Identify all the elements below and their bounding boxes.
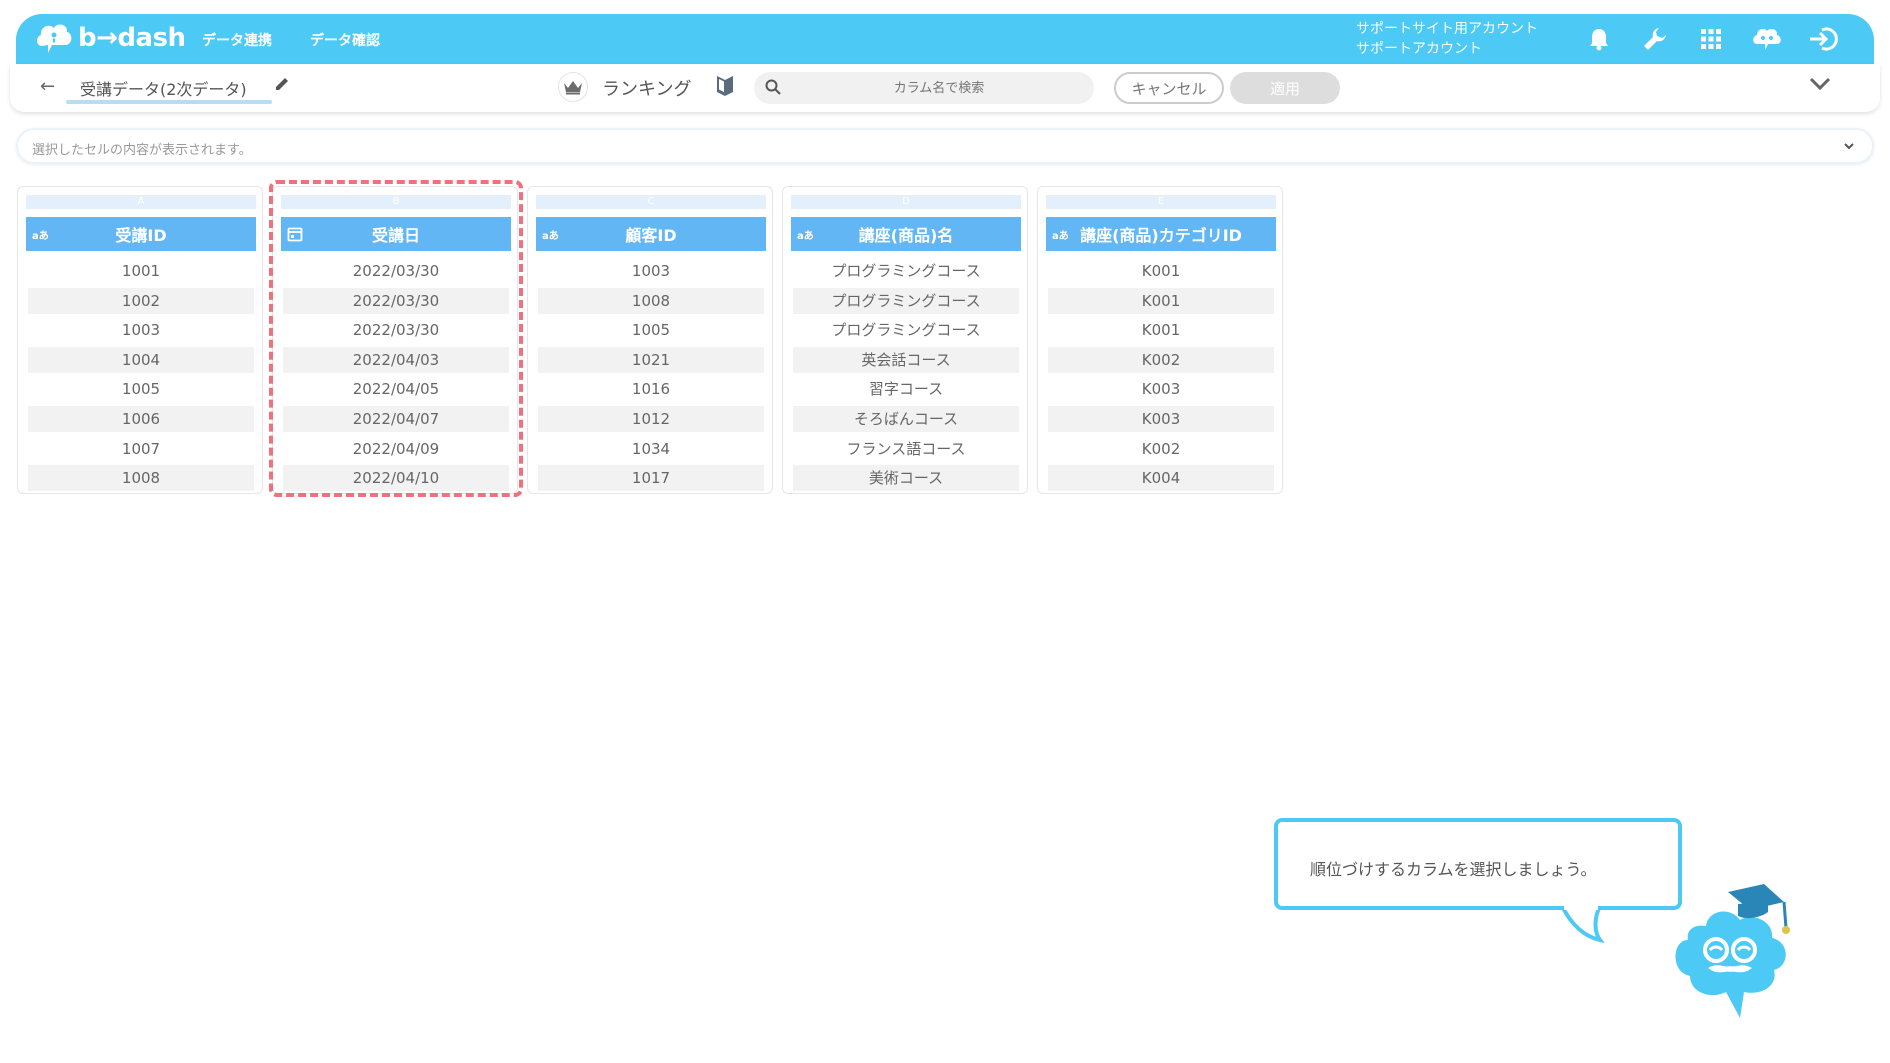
table-cell[interactable]: 1012 <box>538 405 764 432</box>
table-cell[interactable]: K001 <box>1048 258 1274 284</box>
nav-data-integration[interactable]: データ連携 <box>202 30 272 50</box>
column-cells: K001 K001 K001 K002 K003 K003 K002 K004 <box>1048 258 1274 495</box>
support-mascot-icon[interactable] <box>1752 24 1782 54</box>
table-cell[interactable]: プログラミングコース <box>793 258 1019 284</box>
table-cell[interactable]: フランス語コース <box>793 436 1019 462</box>
table-cell[interactable]: K003 <box>1048 405 1274 432</box>
table-cell[interactable]: 1003 <box>28 317 254 343</box>
account-info[interactable]: サポートサイト用アカウント サポートアカウント <box>1356 19 1538 59</box>
account-name: サポートサイト用アカウント <box>1356 21 1538 37</box>
column-letter: C <box>536 195 766 209</box>
wrench-icon[interactable] <box>1640 24 1670 54</box>
column-name: 受講ID <box>115 226 167 245</box>
column-letter: D <box>791 195 1021 209</box>
table-cell[interactable]: K003 <box>1048 376 1274 402</box>
column-name: 講座(商品)名 <box>858 226 954 245</box>
search-icon <box>764 78 782 100</box>
data-column[interactable]: D aあ 講座(商品)名 プログラミングコース プログラミングコース プログラミ… <box>782 186 1028 494</box>
table-cell[interactable]: プログラミングコース <box>793 287 1019 314</box>
account-role: サポートアカウント <box>1356 41 1482 57</box>
table-cell[interactable]: 1021 <box>538 346 764 373</box>
column-letter: A <box>26 195 256 209</box>
text-type-icon: aあ <box>32 231 49 242</box>
column-highlight-outline <box>269 180 523 497</box>
column-cells: プログラミングコース プログラミングコース プログラミングコース 英会話コース … <box>793 258 1019 495</box>
tooltip-text: 順位づけするカラムを選択しましょう。 <box>1310 860 1597 879</box>
logo-text: b→dash <box>78 23 186 53</box>
data-column[interactable]: C aあ 顧客ID 1003 1008 1005 1021 1016 1012 … <box>527 186 773 494</box>
back-arrow-icon[interactable]: ← <box>40 76 55 97</box>
data-name-title[interactable]: 受講データ(2次データ) <box>80 76 247 100</box>
column-header[interactable]: aあ 講座(商品)カテゴリID <box>1046 217 1276 251</box>
table-cell[interactable]: 英会話コース <box>793 346 1019 373</box>
text-type-icon: aあ <box>542 231 559 242</box>
cancel-button[interactable]: キャンセル <box>1114 72 1224 104</box>
table-cell[interactable]: 1008 <box>28 465 254 492</box>
table-cell[interactable]: 1003 <box>538 258 764 284</box>
pencil-icon[interactable] <box>274 76 290 96</box>
text-type-icon: aあ <box>1052 231 1069 242</box>
table-cell[interactable]: 1034 <box>538 436 764 462</box>
column-header[interactable]: aあ 顧客ID <box>536 217 766 251</box>
column-header[interactable]: aあ 講座(商品)名 <box>791 217 1021 251</box>
tutorial-tooltip: 順位づけするカラムを選択しましょう。 <box>1274 818 1682 910</box>
cell-content-bar[interactable]: 選択したセルの内容が表示されます。 <box>16 128 1874 164</box>
table-cell[interactable]: 美術コース <box>793 465 1019 492</box>
column-letter: E <box>1046 195 1276 209</box>
apps-grid-icon[interactable] <box>1696 24 1726 54</box>
bell-icon[interactable] <box>1584 24 1614 54</box>
table-cell[interactable]: 1006 <box>28 405 254 432</box>
edit-toolbar: ← 受講データ(2次データ) ランキング キャンセル 適用 <box>10 64 1880 112</box>
column-search-input[interactable] <box>794 72 1084 104</box>
table-cell[interactable]: 習字コース <box>793 376 1019 402</box>
crown-icon <box>558 72 588 102</box>
logo-cloud-icon <box>34 20 74 56</box>
data-column[interactable]: E aあ 講座(商品)カテゴリID K001 K001 K001 K002 K0… <box>1037 186 1283 494</box>
table-cell[interactable]: K001 <box>1048 287 1274 314</box>
table-cell[interactable]: 1005 <box>538 317 764 343</box>
tooltip-tail <box>1560 906 1605 944</box>
table-cell[interactable]: 1016 <box>538 376 764 402</box>
table-cell[interactable]: 1002 <box>28 287 254 314</box>
table-cell[interactable]: K002 <box>1048 436 1274 462</box>
table-cell[interactable]: そろばんコース <box>793 405 1019 432</box>
cell-content-text: 選択したセルの内容が表示されます。 <box>32 143 252 158</box>
table-cell[interactable]: 1017 <box>538 465 764 492</box>
column-header[interactable]: aあ 受講ID <box>26 217 256 251</box>
table-cell[interactable]: K004 <box>1048 465 1274 492</box>
column-search-box <box>754 72 1094 104</box>
top-navigation-bar: b→dash データ連携 データ確認 サポートサイト用アカウント サポートアカウ… <box>16 14 1874 64</box>
table-cell[interactable]: 1005 <box>28 376 254 402</box>
nav-data-check[interactable]: データ確認 <box>310 30 380 50</box>
column-name: 講座(商品)カテゴリID <box>1080 226 1242 245</box>
chevron-down-icon[interactable] <box>1842 138 1856 157</box>
table-cell[interactable]: K001 <box>1048 317 1274 343</box>
apply-button[interactable]: 適用 <box>1230 72 1340 104</box>
table-cell[interactable]: 1004 <box>28 346 254 373</box>
ranking-mode-label: ランキング <box>602 79 692 100</box>
column-name: 顧客ID <box>625 226 677 245</box>
logout-icon[interactable] <box>1808 24 1838 54</box>
bdash-logo[interactable]: b→dash <box>34 20 186 56</box>
table-cell[interactable]: 1007 <box>28 436 254 462</box>
column-cells: 1001 1002 1003 1004 1005 1006 1007 1008 <box>28 258 254 495</box>
beginner-mark-icon[interactable] <box>716 74 734 102</box>
data-column[interactable]: A aあ 受講ID 1001 1002 1003 1004 1005 1006 … <box>17 186 263 494</box>
table-cell[interactable]: 1008 <box>538 287 764 314</box>
table-cell[interactable]: 1001 <box>28 258 254 284</box>
chevron-down-icon[interactable] <box>1808 76 1832 96</box>
table-cell[interactable]: K002 <box>1048 346 1274 373</box>
text-type-icon: aあ <box>797 231 814 242</box>
table-cell[interactable]: プログラミングコース <box>793 317 1019 343</box>
data-name-underline <box>66 100 272 104</box>
mascot-character-icon <box>1675 884 1790 1018</box>
column-cells: 1003 1008 1005 1021 1016 1012 1034 1017 <box>538 258 764 495</box>
